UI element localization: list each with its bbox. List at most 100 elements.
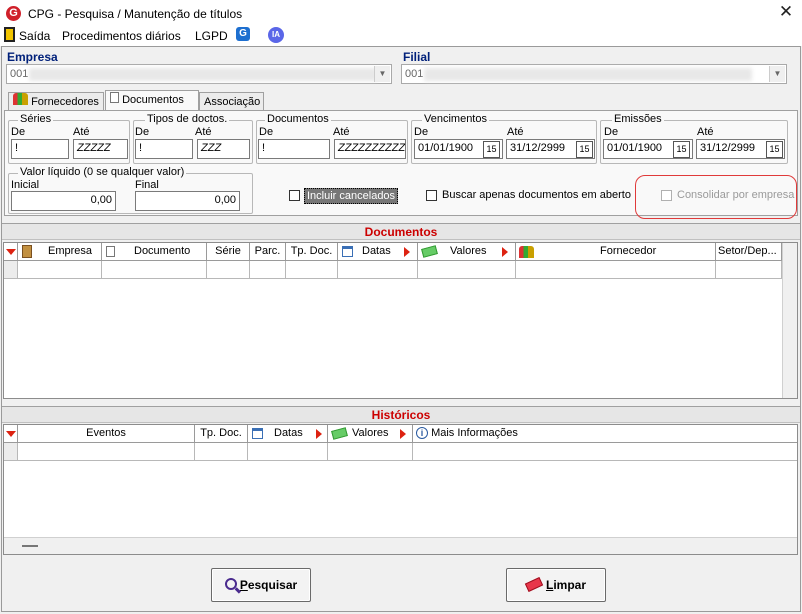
buscar-abertos-label[interactable]: Buscar apenas documentos em aberto (442, 189, 631, 201)
calendar-icon[interactable]: 15 (576, 141, 593, 158)
table-cell[interactable] (286, 261, 338, 279)
filial-combo[interactable]: 001 ▼ (401, 64, 787, 84)
expand-arrow-icon[interactable] (400, 429, 406, 439)
historicos-grid[interactable]: Eventos Tp. Doc. Datas Valores i Mais In… (3, 424, 798, 555)
col-empresa-label: Empresa (48, 245, 93, 257)
g-app-icon[interactable]: G (236, 27, 250, 41)
incluir-cancelados-checkbox[interactable] (289, 190, 300, 201)
tab-documentos[interactable]: Documentos (105, 90, 199, 112)
tipos-ate-label: Até (195, 126, 212, 138)
table-cell[interactable] (18, 443, 195, 461)
valor-final-input[interactable]: 0,00 (135, 191, 240, 211)
table-cell[interactable] (716, 261, 782, 279)
documentos-title: Documentos (265, 113, 331, 125)
col-datas-label: Datas (274, 427, 303, 439)
calendar-icon (252, 428, 263, 439)
col-datas[interactable]: Datas (338, 243, 418, 261)
tipos-de-input[interactable]: ! (135, 139, 193, 159)
col-empresa[interactable]: Empresa (18, 243, 102, 261)
documentos-de-input[interactable]: ! (258, 139, 330, 159)
table-cell[interactable] (516, 261, 716, 279)
table-cell[interactable] (248, 443, 328, 461)
tab-fornecedores[interactable]: Fornecedores (8, 92, 104, 112)
table-cell[interactable] (418, 261, 516, 279)
money-icon (331, 427, 348, 440)
table-cell[interactable] (413, 443, 797, 461)
search-icon (224, 578, 237, 590)
table-cell[interactable] (338, 261, 418, 279)
menu-lgpd[interactable]: LGPD (195, 29, 228, 43)
tab-associacao[interactable]: Associação (199, 92, 264, 112)
ia-assistant-icon[interactable]: IA (268, 27, 284, 43)
row-indicator[interactable] (4, 261, 18, 279)
col-mais-informacoes-label: Mais Informações (431, 427, 518, 439)
tab-documentos-label: Documentos (122, 94, 184, 106)
book-icon (22, 245, 32, 258)
pesquisar-label: esquisar (247, 578, 298, 592)
table-cell[interactable] (102, 261, 207, 279)
expand-arrow-icon[interactable] (404, 247, 410, 257)
series-ate-input[interactable]: ZZZZZ (73, 139, 128, 159)
col-valores[interactable]: Valores (328, 425, 413, 443)
buscar-abertos-checkbox[interactable] (426, 190, 437, 201)
emissoes-de-label: De (604, 126, 619, 138)
col-tp-doc[interactable]: Tp. Doc. (286, 243, 338, 261)
documentos-ate-input[interactable]: ZZZZZZZZZZZZZZZZ (334, 139, 406, 159)
col-fornecedor[interactable]: Fornecedor (516, 243, 716, 261)
vencimentos-title: Vencimentos (422, 113, 489, 125)
valor-inicial-input[interactable]: 0,00 (11, 191, 116, 211)
incluir-cancelados-label[interactable]: Incluir cancelados (304, 188, 399, 204)
limpar-button[interactable]: Limpar (506, 568, 606, 602)
exit-door-icon (4, 27, 15, 42)
tipos-ate-input[interactable]: ZZZ (197, 139, 250, 159)
expand-arrow-icon[interactable] (502, 247, 508, 257)
vertical-scrollbar[interactable] (782, 243, 797, 398)
col-mais-informacoes[interactable]: i Mais Informações (413, 425, 797, 443)
pesquisar-button[interactable]: Pesquisar (211, 568, 311, 602)
col-setor[interactable]: Setor/Dep... (716, 243, 782, 261)
calendar-icon (342, 246, 353, 257)
table-cell[interactable] (328, 443, 413, 461)
consolidar-highlight (635, 175, 797, 219)
col-valores-label: Valores (352, 427, 389, 439)
info-icon: i (416, 427, 428, 439)
app-logo-icon: G (6, 6, 21, 21)
table-cell[interactable] (250, 261, 286, 279)
people-icon (519, 246, 534, 258)
series-title: Séries (18, 113, 54, 125)
series-de-input[interactable]: ! (11, 139, 69, 159)
calendar-icon[interactable]: 15 (766, 141, 783, 158)
horizontal-scrollbar[interactable] (4, 537, 797, 554)
table-cell[interactable] (207, 261, 250, 279)
filial-label: Filial (403, 50, 431, 64)
valor-title: Valor líquido (0 se qualquer valor) (18, 166, 187, 178)
col-documento-label: Documento (134, 245, 191, 257)
table-cell[interactable] (195, 443, 248, 461)
col-tp-doc[interactable]: Tp. Doc. (195, 425, 248, 443)
col-serie[interactable]: Série (207, 243, 250, 261)
calendar-icon[interactable]: 15 (673, 141, 690, 158)
menu-procedimentos-diarios[interactable]: Procedimentos diários (62, 29, 181, 43)
row-indicator[interactable] (4, 443, 18, 461)
pesquisar-mnemonic: P (239, 578, 248, 592)
close-window-button[interactable]: ✕ (776, 2, 796, 22)
col-parcela[interactable]: Parc. (250, 243, 286, 261)
menu-saida[interactable]: Saída (19, 29, 50, 43)
empresa-combo[interactable]: 001 ▼ (6, 64, 392, 84)
col-datas[interactable]: Datas (248, 425, 328, 443)
documentos-de-label: De (259, 126, 274, 138)
col-valores[interactable]: Valores (418, 243, 516, 261)
expand-arrow-icon[interactable] (316, 429, 322, 439)
people-icon (13, 93, 28, 105)
scroll-thumb[interactable] (22, 545, 38, 547)
col-eventos[interactable]: Eventos (18, 425, 195, 443)
valor-inicial-label: Inicial (11, 179, 40, 191)
tipos-de-label: De (135, 126, 150, 138)
empresa-label: Empresa (7, 50, 58, 64)
chevron-down-icon[interactable]: ▼ (769, 66, 785, 82)
col-documento[interactable]: Documento (102, 243, 207, 261)
calendar-icon[interactable]: 15 (483, 141, 500, 158)
table-cell[interactable] (18, 261, 102, 279)
documentos-grid[interactable]: Empresa Documento Série Parc. Tp. Doc. D… (3, 242, 798, 399)
chevron-down-icon[interactable]: ▼ (374, 66, 390, 82)
